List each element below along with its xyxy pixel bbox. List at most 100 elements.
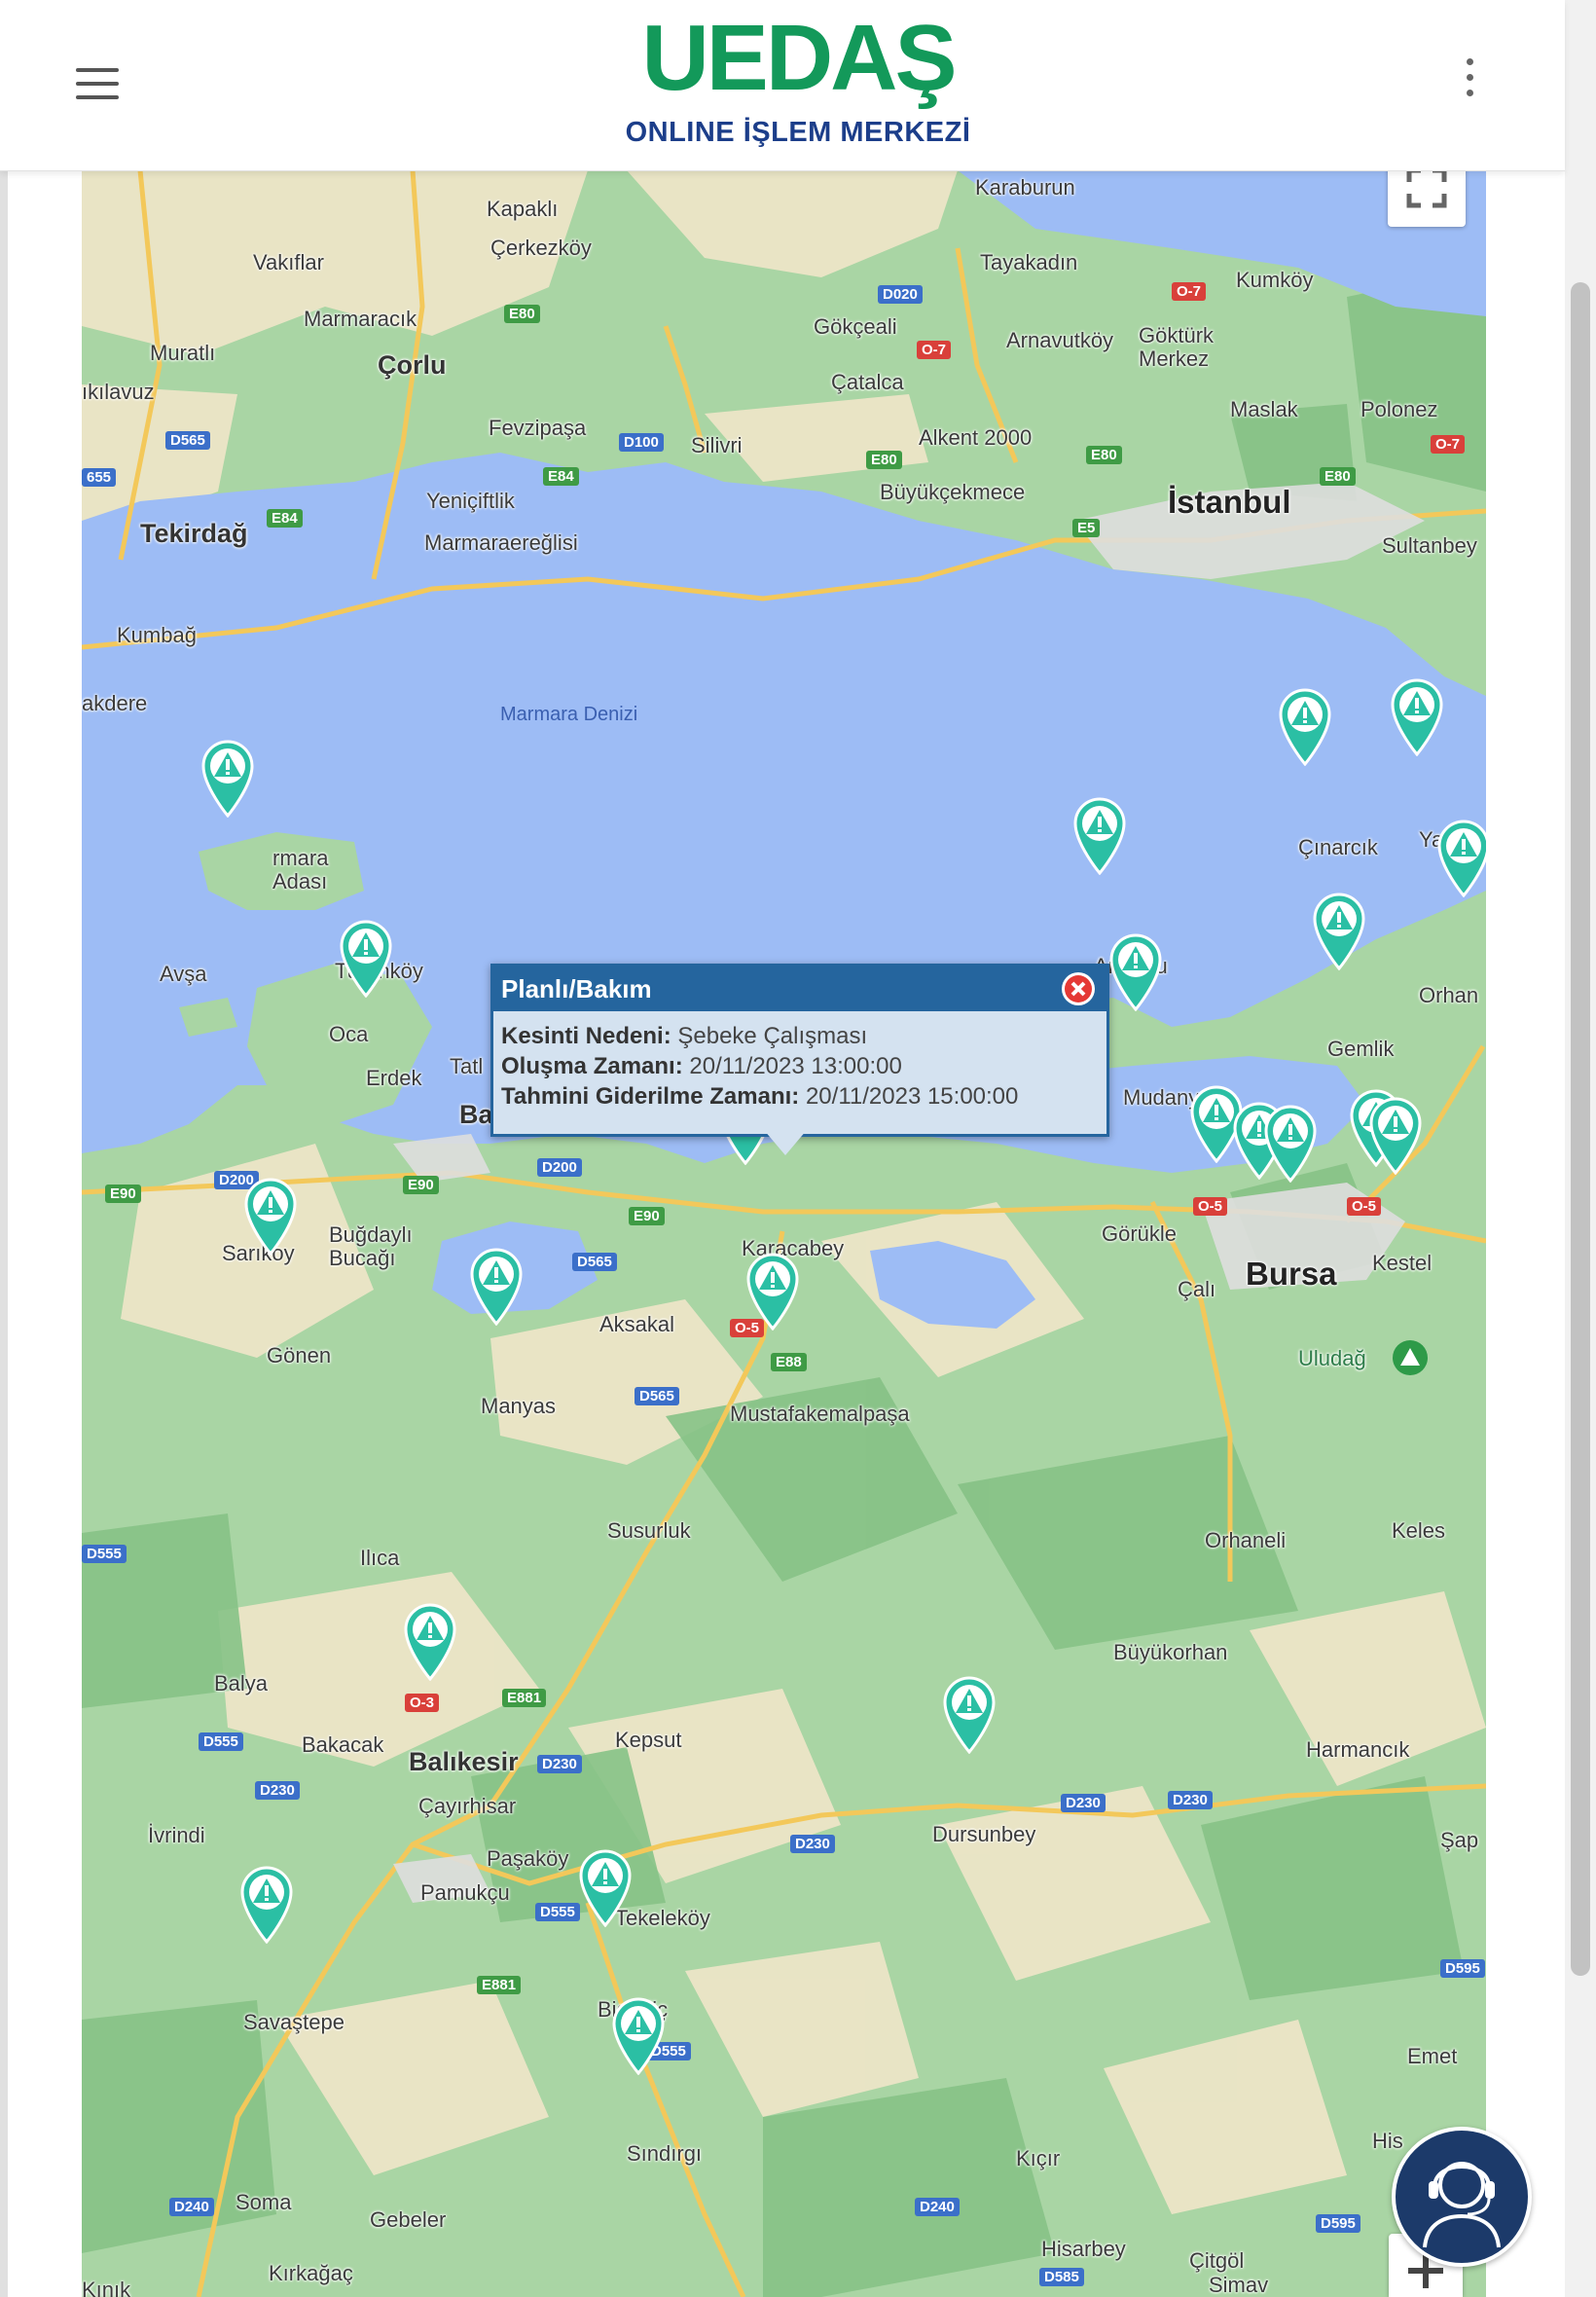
road-shield: E80 [504, 305, 540, 323]
place-label: İvrindi [148, 1823, 205, 1847]
place-label: Dursunbey [932, 1822, 1036, 1846]
place-label: Kepsut [615, 1728, 682, 1752]
place-label: Harmancık [1306, 1737, 1410, 1762]
outage-warning-pin-icon[interactable] [1367, 1095, 1424, 1175]
place-label: Kestel [1372, 1251, 1433, 1275]
outage-warning-pin-icon[interactable] [1389, 676, 1445, 756]
place-label: Bakacak [302, 1732, 384, 1757]
popup-created-row: Oluşma Zamanı: 20/11/2023 13:00:00 [501, 1051, 1099, 1081]
road-shield: O-5 [1193, 1197, 1228, 1216]
place-label: Kırkağaç [269, 2261, 353, 2285]
customer-support-agent-icon[interactable] [1392, 2127, 1532, 2267]
place-label: Gemlik [1327, 1037, 1395, 1061]
place-label: Sultanbey [1382, 533, 1477, 558]
outage-warning-pin-icon[interactable] [338, 918, 394, 998]
road-shield: O-5 [1347, 1197, 1382, 1216]
place-label: Ilıca [360, 1546, 400, 1570]
outage-warning-pin-icon[interactable] [577, 1847, 634, 1927]
place-label: Büyükorhan [1113, 1640, 1228, 1664]
outage-warning-pin-icon[interactable] [1071, 795, 1128, 875]
outage-warning-pin-icon[interactable] [1435, 818, 1486, 897]
road-shield: E80 [866, 451, 902, 469]
outage-warning-pin-icon[interactable] [744, 1251, 801, 1331]
place-label: Maslak [1230, 397, 1298, 421]
place-label: Kınık [82, 2278, 131, 2297]
place-label: Çayırhisar [418, 1794, 517, 1818]
road-shield: D100 [619, 433, 664, 452]
road-shield: D230 [255, 1781, 300, 1800]
place-label: Aksakal [599, 1312, 675, 1336]
outage-warning-pin-icon[interactable] [1262, 1103, 1319, 1183]
outage-warning-pin-icon[interactable] [238, 1864, 295, 1944]
place-label: Orhan [1419, 983, 1479, 1007]
place-label: Silivri [691, 433, 743, 457]
road-shield: D230 [790, 1835, 835, 1853]
outage-warning-pin-icon[interactable] [200, 738, 256, 818]
popup-pointer [764, 1130, 807, 1155]
eta-value: 20/11/2023 15:00:00 [805, 1083, 1019, 1110]
popup-reason-row: Kesinti Nedeni: Şebeke Çalışması [501, 1021, 1099, 1051]
place-label: Hisarbey [1041, 2237, 1126, 2261]
road-shield: D020 [878, 285, 923, 304]
place-label: Kumbağ [117, 623, 197, 647]
place-label: Polonez [1360, 397, 1438, 421]
place-label: Kıçır [1016, 2146, 1061, 2170]
place-label: Fevzipaşa [489, 416, 587, 440]
road-shield: D585 [1039, 2268, 1084, 2286]
outage-warning-pin-icon[interactable] [1311, 891, 1367, 970]
place-label: Bursa [1246, 1256, 1337, 1292]
place-label: Gönen [267, 1343, 332, 1367]
place-label: Gebeler [370, 2207, 447, 2232]
close-icon[interactable] [1062, 972, 1095, 1005]
place-label: Avşa [160, 962, 207, 986]
place-label: akdere [82, 691, 148, 715]
place-label: Kumköy [1236, 268, 1314, 292]
scrollbar-thumb[interactable] [1571, 282, 1590, 1976]
road-shield: E80 [1320, 467, 1356, 486]
road-shield: E80 [1086, 446, 1122, 464]
brand-subtitle: ONLINE İŞLEM MERKEZİ [625, 117, 971, 148]
place-label: Balya [214, 1671, 269, 1695]
place-label: rmara Adası [272, 846, 329, 893]
road-shield: D565 [635, 1387, 679, 1405]
road-shield: D555 [82, 1545, 127, 1563]
outage-warning-pin-icon[interactable] [1107, 931, 1164, 1011]
place-label: Susurluk [607, 1518, 691, 1543]
fullscreen-icon[interactable] [1388, 170, 1466, 227]
app-header: UEDAŞ ONLINE İŞLEM MERKEZİ [0, 0, 1565, 171]
road-shield: D555 [535, 1903, 580, 1921]
place-label: Keles [1392, 1518, 1446, 1543]
created-label: Oluşma Zamanı: [501, 1053, 683, 1079]
page-scrollbar[interactable] [1565, 0, 1596, 2297]
outage-warning-pin-icon[interactable] [402, 1601, 458, 1681]
outage-warning-pin-icon[interactable] [941, 1674, 998, 1754]
outage-map[interactable]: Karaburun Kapaklı Çerkezköy Vakıflar Mar… [82, 170, 1486, 2297]
brand-logo[interactable]: UEDAŞ [623, 10, 973, 107]
road-shield: D230 [537, 1755, 582, 1773]
place-label: Tatl [450, 1054, 484, 1078]
place-label: Erdek [366, 1066, 422, 1090]
place-label: Balıkesir [409, 1747, 519, 1776]
outage-warning-pin-icon[interactable] [1277, 686, 1333, 766]
place-label: Muratlı [150, 341, 216, 365]
road-shield: O-7 [917, 341, 952, 359]
outage-warning-pin-icon[interactable] [242, 1176, 299, 1256]
road-shield: D595 [1316, 2214, 1360, 2233]
road-shield: D565 [165, 431, 210, 450]
reason-value: Şebeke Çalışması [677, 1023, 868, 1049]
hamburger-menu-icon[interactable] [76, 68, 119, 103]
road-shield: 655 [82, 468, 117, 487]
place-label: Paşaköy [487, 1846, 569, 1871]
page-left-edge [0, 170, 8, 2297]
outage-warning-pin-icon[interactable] [610, 1995, 667, 2075]
place-label: Soma [236, 2190, 292, 2214]
more-vert-icon[interactable] [1460, 58, 1479, 107]
outage-warning-pin-icon[interactable] [468, 1246, 525, 1326]
road-shield: D240 [169, 2198, 214, 2216]
reason-label: Kesinti Nedeni: [501, 1023, 671, 1049]
place-label: Çorlu [378, 350, 447, 380]
road-shield: O-7 [1172, 282, 1207, 301]
sea-label: Marmara Denizi [500, 704, 638, 725]
road-shield: D230 [1061, 1794, 1106, 1812]
place-label: Simav [1209, 2273, 1269, 2297]
